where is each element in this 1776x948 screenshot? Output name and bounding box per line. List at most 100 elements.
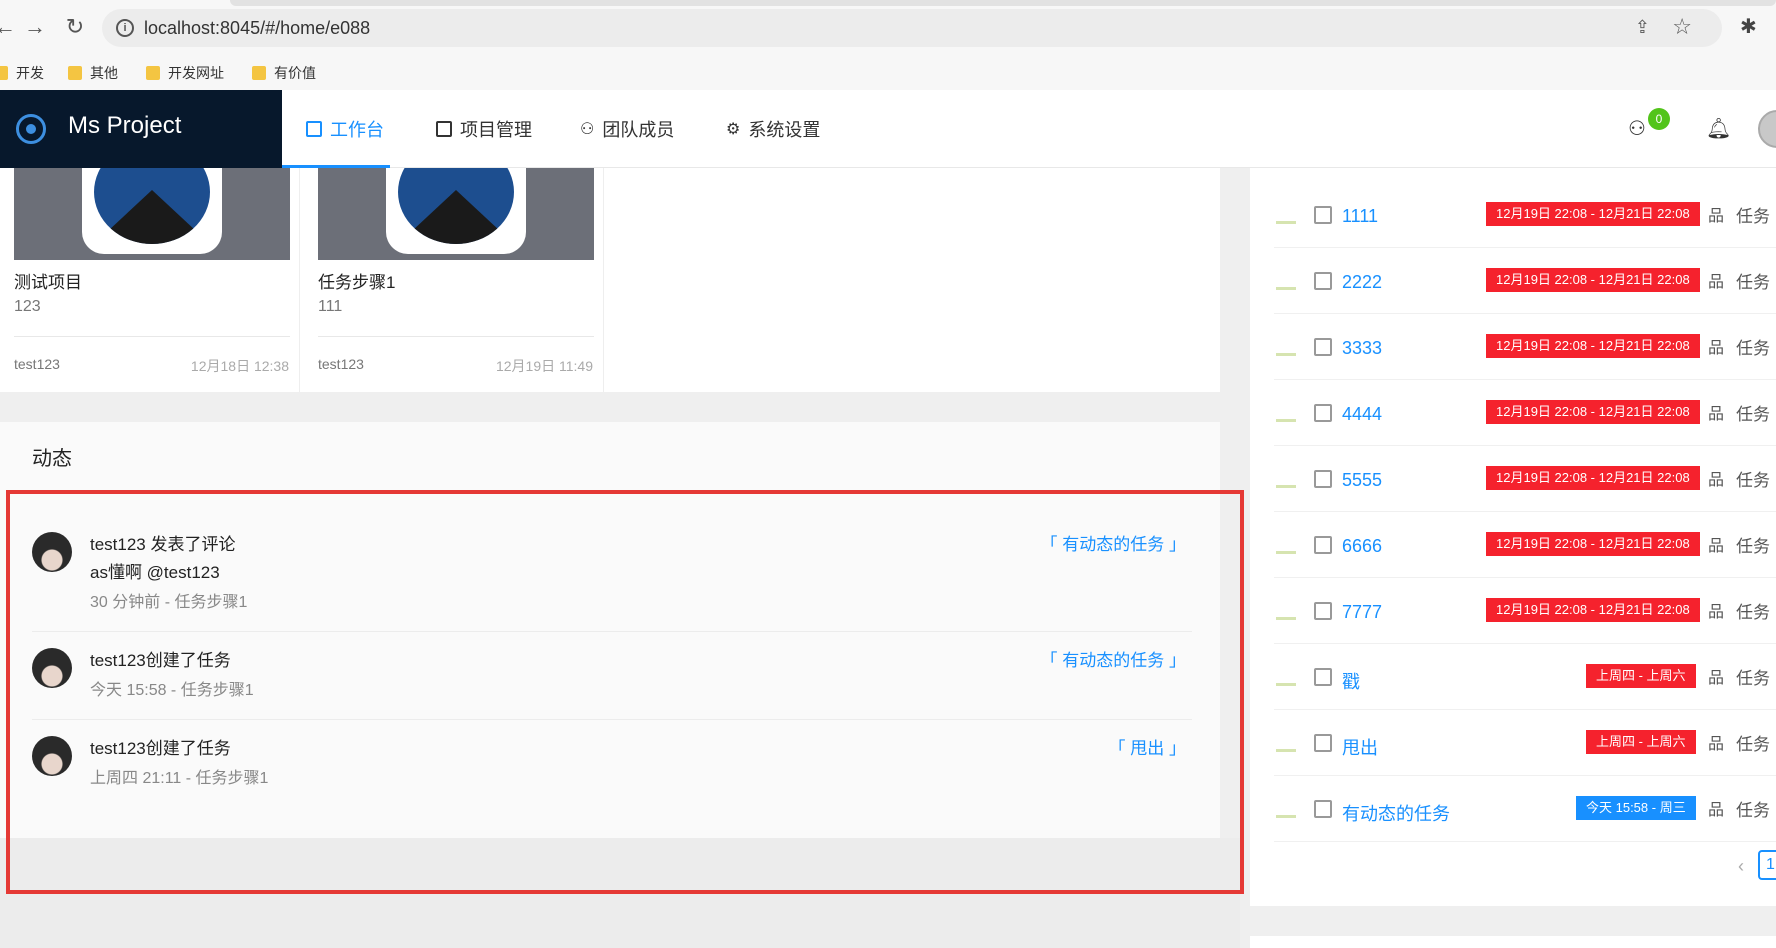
priority-dash bbox=[1276, 617, 1296, 620]
bookmark-folder[interactable]: 开发 bbox=[0, 63, 44, 83]
activity-title: 动态 bbox=[32, 448, 72, 470]
highlight-box bbox=[6, 490, 1244, 894]
back-icon[interactable]: ← bbox=[0, 14, 18, 40]
task-row[interactable]: 2222 12月19日 22:08 - 12月21日 22:08 品 任务 bbox=[1274, 248, 1776, 314]
nav-workbench[interactable]: 工作台 bbox=[306, 116, 384, 142]
task-checkbox[interactable] bbox=[1314, 536, 1332, 554]
priority-dash bbox=[1276, 815, 1296, 818]
task-row[interactable]: 1111 12月19日 22:08 - 12月21日 22:08 品 任务 bbox=[1274, 182, 1776, 248]
extensions-icon[interactable]: ✱ bbox=[1740, 14, 1757, 39]
bookmark-folder[interactable]: 开发网址 bbox=[146, 63, 224, 83]
bookmark-folder[interactable]: 其他 bbox=[68, 63, 118, 83]
bookmark-star-icon[interactable]: ☆ bbox=[1672, 14, 1692, 40]
task-checkbox[interactable] bbox=[1314, 734, 1332, 752]
bookmarks-bar: 开发 其他 开发网址 有价值 bbox=[0, 56, 1776, 90]
task-name[interactable]: 7777 bbox=[1342, 602, 1382, 623]
site-info-icon[interactable]: i bbox=[116, 19, 134, 37]
priority-dash bbox=[1276, 749, 1296, 752]
task-date-tag: 12月19日 22:08 - 12月21日 22:08 bbox=[1486, 400, 1700, 424]
task-row[interactable]: 6666 12月19日 22:08 - 12月21日 22:08 品 任务 bbox=[1274, 512, 1776, 578]
notification-badge: 0 bbox=[1648, 108, 1670, 130]
task-checkbox[interactable] bbox=[1314, 602, 1332, 620]
share-icon[interactable]: ⇪ bbox=[1635, 17, 1650, 38]
task-row[interactable]: 3333 12月19日 22:08 - 12月21日 22:08 品 任务 bbox=[1274, 314, 1776, 380]
task-type: 任务 bbox=[1736, 735, 1770, 754]
task-name[interactable]: 2222 bbox=[1342, 272, 1382, 293]
folder-icon bbox=[68, 66, 82, 80]
task-type: 任务 bbox=[1736, 339, 1770, 358]
reload-icon[interactable]: ↻ bbox=[62, 14, 88, 40]
task-type: 任务 bbox=[1736, 603, 1770, 622]
task-date-tag: 12月19日 22:08 - 12月21日 22:08 bbox=[1486, 598, 1700, 622]
folder-icon bbox=[252, 66, 266, 80]
project-owner: test123 bbox=[318, 356, 364, 372]
priority-dash bbox=[1276, 287, 1296, 290]
project-tree-icon: 品 bbox=[1708, 802, 1725, 819]
app-name: Ms Project bbox=[68, 112, 182, 139]
project-tree-icon: 品 bbox=[1708, 736, 1725, 753]
task-row[interactable]: 戳 上周四 - 上周六 品 任务 bbox=[1274, 644, 1776, 710]
task-type: 任务 bbox=[1736, 207, 1770, 226]
task-date-tag: 12月19日 22:08 - 12月21日 22:08 bbox=[1486, 334, 1700, 358]
address-bar[interactable]: i localhost:8045/#/home/e088 ⇪ ☆ bbox=[102, 9, 1722, 47]
task-date-tag: 12月19日 22:08 - 12月21日 22:08 bbox=[1486, 532, 1700, 556]
nav-team[interactable]: ⚇ 团队成员 bbox=[580, 116, 674, 142]
task-name[interactable]: 有动态的任务 bbox=[1342, 800, 1450, 826]
nav-settings[interactable]: ⚙ 系统设置 bbox=[726, 116, 820, 142]
pager-page-button[interactable]: 1 bbox=[1758, 850, 1776, 880]
nav-projects[interactable]: 项目管理 bbox=[436, 116, 532, 142]
task-name[interactable]: 1111 bbox=[1342, 206, 1378, 227]
project-tree-icon: 品 bbox=[1708, 208, 1725, 225]
task-type: 任务 bbox=[1736, 273, 1770, 292]
task-name[interactable]: 戳 bbox=[1342, 668, 1360, 694]
task-name[interactable]: 甩出 bbox=[1342, 734, 1378, 760]
task-date-tag: 今天 15:58 - 周三 bbox=[1576, 796, 1696, 820]
project-tree-icon: 品 bbox=[1708, 340, 1725, 357]
task-checkbox[interactable] bbox=[1314, 338, 1332, 356]
task-checkbox[interactable] bbox=[1314, 272, 1332, 290]
task-type: 任务 bbox=[1736, 669, 1770, 688]
project-card[interactable]: 测试项目 123 test123 12月18日 12:38 bbox=[0, 168, 300, 392]
priority-dash bbox=[1276, 485, 1296, 488]
divider bbox=[318, 336, 594, 337]
project-tree-icon: 品 bbox=[1708, 472, 1725, 489]
user-invite-icon[interactable]: ⚇ bbox=[1628, 116, 1646, 141]
task-name[interactable]: 6666 bbox=[1342, 536, 1382, 557]
bookmark-folder[interactable]: 有价值 bbox=[252, 63, 316, 83]
url-text[interactable]: localhost:8045/#/home/e088 bbox=[144, 18, 370, 39]
task-row[interactable]: 7777 12月19日 22:08 - 12月21日 22:08 品 任务 bbox=[1274, 578, 1776, 644]
project-date: 12月18日 12:38 bbox=[190, 358, 289, 374]
divider bbox=[14, 336, 290, 337]
logo-icon bbox=[16, 114, 46, 144]
bell-icon[interactable]: 🔔︎ bbox=[1706, 116, 1731, 141]
task-checkbox[interactable] bbox=[1314, 404, 1332, 422]
tab-strip bbox=[230, 0, 1776, 6]
pager-prev-icon[interactable]: ‹ bbox=[1738, 856, 1744, 877]
task-row[interactable]: 甩出 上周四 - 上周六 品 任务 bbox=[1274, 710, 1776, 776]
project-cover bbox=[318, 168, 594, 260]
logo-area[interactable]: Ms Project bbox=[0, 90, 282, 168]
project-card[interactable]: 任务步骤1 111 test123 12月19日 11:49 bbox=[304, 168, 604, 392]
task-type: 任务 bbox=[1736, 537, 1770, 556]
task-name[interactable]: 5555 bbox=[1342, 470, 1382, 491]
task-checkbox[interactable] bbox=[1314, 668, 1332, 686]
task-date-tag: 上周四 - 上周六 bbox=[1586, 730, 1696, 754]
project-desc: 123 bbox=[14, 298, 41, 315]
task-row[interactable]: 有动态的任务 今天 15:58 - 周三 品 任务 bbox=[1274, 776, 1776, 842]
task-checkbox[interactable] bbox=[1314, 470, 1332, 488]
project-desc: 111 bbox=[318, 298, 343, 315]
project-image-icon bbox=[386, 168, 526, 254]
task-date-tag: 12月19日 22:08 - 12月21日 22:08 bbox=[1486, 466, 1700, 490]
task-name[interactable]: 3333 bbox=[1342, 338, 1382, 359]
task-list-panel: 1111 12月19日 22:08 - 12月21日 22:08 品 任务 22… bbox=[1250, 168, 1776, 906]
project-name: 测试项目 bbox=[14, 273, 82, 292]
task-checkbox[interactable] bbox=[1314, 800, 1332, 818]
user-avatar[interactable] bbox=[1758, 110, 1776, 148]
project-list: 测试项目 123 test123 12月18日 12:38 任务步骤1 111 … bbox=[0, 168, 1220, 392]
task-checkbox[interactable] bbox=[1314, 206, 1332, 224]
task-row[interactable]: 4444 12月19日 22:08 - 12月21日 22:08 品 任务 bbox=[1274, 380, 1776, 446]
task-row[interactable]: 5555 12月19日 22:08 - 12月21日 22:08 品 任务 bbox=[1274, 446, 1776, 512]
project-tree-icon: 品 bbox=[1708, 538, 1725, 555]
forward-icon[interactable]: → bbox=[22, 14, 48, 40]
task-name[interactable]: 4444 bbox=[1342, 404, 1382, 425]
